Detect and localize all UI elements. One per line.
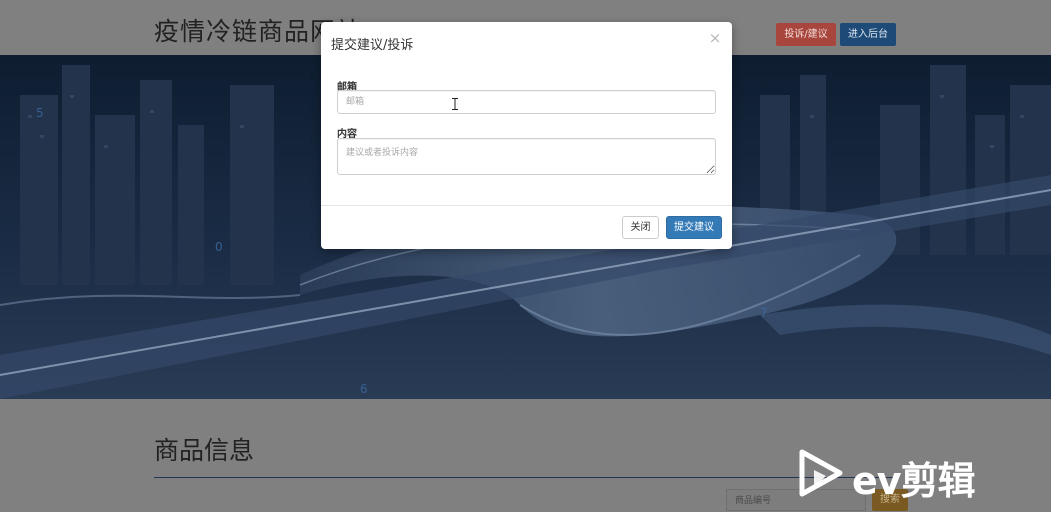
text-cursor-icon bbox=[452, 98, 458, 110]
modal-header: 提交建议/投诉 × bbox=[321, 22, 732, 62]
admin-button[interactable]: 进入后台 bbox=[840, 23, 896, 46]
content-textarea[interactable] bbox=[337, 138, 716, 175]
watermark-text: ev剪辑 bbox=[852, 459, 976, 503]
close-button[interactable]: 关闭 bbox=[622, 216, 659, 239]
watermark: ev剪辑 bbox=[796, 448, 1006, 503]
svg-text:7: 7 bbox=[760, 306, 768, 320]
complaint-button[interactable]: 投诉/建议 bbox=[776, 23, 836, 46]
modal-title: 提交建议/投诉 bbox=[331, 38, 414, 53]
svg-text:0: 0 bbox=[215, 240, 223, 254]
feedback-modal: 提交建议/投诉 × 邮箱 内容 关闭 提交建议 bbox=[321, 22, 732, 249]
email-field[interactable] bbox=[337, 90, 716, 114]
svg-text:6: 6 bbox=[360, 382, 368, 396]
section-divider bbox=[154, 477, 894, 478]
section-title: 商品信息 bbox=[154, 436, 255, 465]
svg-text:5: 5 bbox=[36, 106, 44, 120]
play-logo-icon bbox=[799, 449, 843, 497]
close-icon[interactable]: × bbox=[707, 30, 723, 46]
submit-button[interactable]: 提交建议 bbox=[666, 216, 722, 239]
modal-footer-divider bbox=[321, 205, 732, 206]
